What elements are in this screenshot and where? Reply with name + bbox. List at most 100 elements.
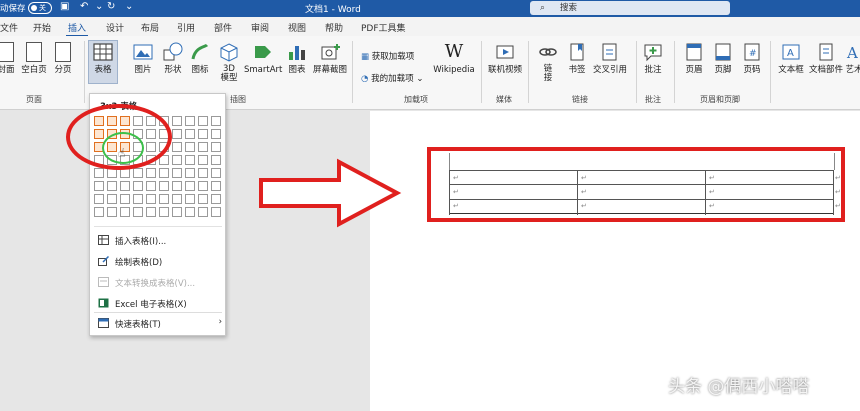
grid-cell[interactable] xyxy=(211,155,221,165)
grid-cell[interactable] xyxy=(120,207,130,217)
grid-cell[interactable] xyxy=(172,155,182,165)
grid-cell[interactable] xyxy=(172,116,182,126)
grid-cell[interactable] xyxy=(94,194,104,204)
grid-cell[interactable] xyxy=(94,207,104,217)
wikipedia-button[interactable]: W Wikipedia xyxy=(432,42,476,76)
wordart-button[interactable]: A 艺术 xyxy=(844,42,860,75)
shape-button[interactable]: 形状 xyxy=(160,42,186,75)
grid-cell[interactable] xyxy=(146,181,156,191)
textbox-button[interactable]: A 文本框 xyxy=(776,42,806,75)
draw-table-item[interactable]: 绘制表格(D) xyxy=(98,256,162,268)
tab-review[interactable]: 审阅 xyxy=(251,21,269,34)
tab-references[interactable]: 引用 xyxy=(177,21,195,34)
grid-cell[interactable] xyxy=(159,168,169,178)
grid-cell[interactable] xyxy=(185,116,195,126)
grid-cell[interactable] xyxy=(159,207,169,217)
tab-pdf-tools[interactable]: PDF工具集 xyxy=(361,21,406,34)
link-button[interactable]: 链 接 xyxy=(538,42,558,83)
grid-cell[interactable] xyxy=(185,181,195,191)
grid-cell[interactable] xyxy=(185,207,195,217)
grid-cell[interactable] xyxy=(211,116,221,126)
grid-cell[interactable] xyxy=(211,142,221,152)
footer-button[interactable]: 页脚 xyxy=(712,42,734,75)
save-icon[interactable]: ▣ xyxy=(60,1,69,12)
tab-view[interactable]: 视图 xyxy=(288,21,306,34)
grid-cell[interactable] xyxy=(211,194,221,204)
grid-cell[interactable] xyxy=(133,207,143,217)
icons-button[interactable]: 图标 xyxy=(190,42,210,75)
grid-cell[interactable] xyxy=(198,194,208,204)
cover-button[interactable]: 封面 xyxy=(0,42,16,75)
3d-model-button[interactable]: 3D 模型 xyxy=(218,42,240,83)
header-button[interactable]: 页眉 xyxy=(683,42,705,75)
grid-cell[interactable] xyxy=(172,129,182,139)
dropdown-icon[interactable]: ⌄ xyxy=(95,1,103,12)
grid-cell[interactable] xyxy=(198,168,208,178)
undo-icon[interactable]: ↶ xyxy=(80,1,88,12)
grid-cell[interactable] xyxy=(198,116,208,126)
picture-button[interactable]: 图片 xyxy=(130,42,156,75)
grid-cell[interactable] xyxy=(94,168,104,178)
page-break-button[interactable]: 分页 xyxy=(52,42,74,75)
grid-cell[interactable] xyxy=(133,181,143,191)
page-number-button[interactable]: # 页码 xyxy=(741,42,763,75)
grid-cell[interactable] xyxy=(107,181,117,191)
grid-cell[interactable] xyxy=(198,181,208,191)
grid-cell[interactable] xyxy=(94,181,104,191)
tab-insert[interactable]: 插入 xyxy=(65,21,89,37)
grid-cell[interactable] xyxy=(172,142,182,152)
grid-cell[interactable] xyxy=(107,194,117,204)
grid-cell[interactable] xyxy=(120,181,130,191)
tab-parts[interactable]: 部件 xyxy=(214,21,232,34)
get-addins-button[interactable]: ▦ 获取加载项 xyxy=(361,50,414,62)
grid-cell[interactable] xyxy=(146,194,156,204)
grid-cell[interactable] xyxy=(172,207,182,217)
grid-cell[interactable] xyxy=(159,194,169,204)
grid-cell[interactable] xyxy=(146,207,156,217)
grid-cell[interactable] xyxy=(198,155,208,165)
grid-cell[interactable] xyxy=(133,194,143,204)
cross-reference-button[interactable]: 交叉引用 xyxy=(592,42,628,75)
grid-cell[interactable] xyxy=(211,129,221,139)
screenshot-button[interactable]: 屏幕截图 xyxy=(312,42,348,75)
grid-cell[interactable] xyxy=(185,142,195,152)
tab-design[interactable]: 设计 xyxy=(106,21,124,34)
excel-spreadsheet-item[interactable]: Excel 电子表格(X) xyxy=(98,298,187,310)
convert-text-to-table-item[interactable]: 文本转换成表格(V)... xyxy=(98,277,195,289)
grid-cell[interactable] xyxy=(198,142,208,152)
bookmark-button[interactable]: 书签 xyxy=(566,42,588,75)
grid-cell[interactable] xyxy=(198,207,208,217)
quick-tables-item[interactable]: 快速表格(T) › xyxy=(98,317,222,330)
grid-cell[interactable] xyxy=(185,129,195,139)
autosave-toggle[interactable]: 关 xyxy=(28,2,52,14)
tab-file[interactable]: 文件 xyxy=(0,21,18,34)
grid-cell[interactable] xyxy=(120,194,130,204)
grid-cell[interactable] xyxy=(198,129,208,139)
grid-cell[interactable] xyxy=(185,194,195,204)
tab-help[interactable]: 帮助 xyxy=(325,21,343,34)
table-button[interactable]: 表格 xyxy=(90,42,116,75)
grid-cell[interactable] xyxy=(107,207,117,217)
grid-cell[interactable] xyxy=(185,155,195,165)
tab-home[interactable]: 开始 xyxy=(33,21,51,34)
online-video-button[interactable]: 联机视频 xyxy=(486,42,524,75)
grid-cell[interactable] xyxy=(211,207,221,217)
grid-cell[interactable] xyxy=(185,168,195,178)
insert-table-item[interactable]: 插入表格(I)... xyxy=(98,235,166,247)
tab-layout[interactable]: 布局 xyxy=(141,21,159,34)
grid-cell[interactable] xyxy=(159,181,169,191)
quick-parts-button[interactable]: 文档部件 xyxy=(808,42,844,75)
comment-button[interactable]: 批注 xyxy=(641,42,665,75)
blank-page-button[interactable]: 空白页 xyxy=(20,42,48,75)
my-addins-button[interactable]: ◔ 我的加载项 ⌄ xyxy=(361,72,423,84)
grid-cell[interactable] xyxy=(133,168,143,178)
grid-cell[interactable] xyxy=(172,181,182,191)
grid-cell[interactable] xyxy=(211,181,221,191)
grid-cell[interactable] xyxy=(172,168,182,178)
grid-cell[interactable] xyxy=(172,194,182,204)
grid-cell[interactable] xyxy=(146,168,156,178)
smartart-button[interactable]: SmartArt xyxy=(244,42,282,75)
redo-icon[interactable]: ↻ xyxy=(107,1,115,12)
search-input[interactable]: ⌕ 搜索 xyxy=(530,1,730,15)
grid-cell[interactable] xyxy=(211,168,221,178)
